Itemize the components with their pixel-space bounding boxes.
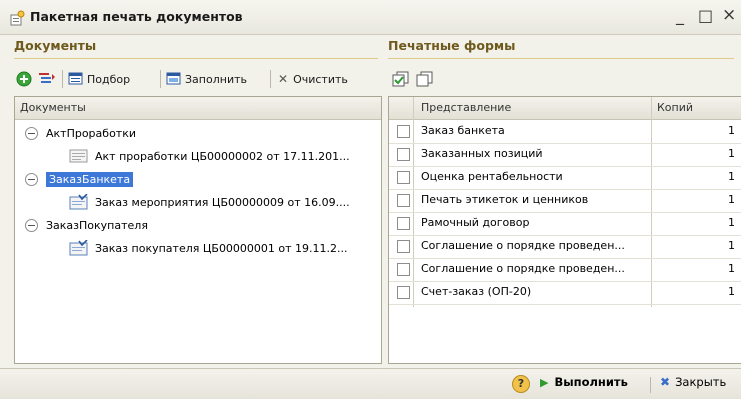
toolbar-separator <box>160 70 161 88</box>
table-row[interactable]: Рамочный договор 1 <box>389 212 741 236</box>
select-table-icon <box>68 72 83 85</box>
row-checkbox[interactable] <box>397 148 410 161</box>
window-title: Пакетная печать документов <box>30 9 243 24</box>
documents-section-divider <box>14 58 378 59</box>
tree-group-banquet-order[interactable]: ЗаказБанкета <box>25 168 134 190</box>
uncheck-all-icon <box>416 71 433 87</box>
collapse-icon[interactable] <box>25 126 38 140</box>
uncheck-all-button[interactable] <box>416 66 434 92</box>
move-rows-button[interactable] <box>38 66 56 92</box>
tree-group-label: АктПроработки <box>46 126 136 140</box>
print-form-name: Заказанных позиций <box>421 147 543 160</box>
print-form-name: Соглашение о порядке проведен... <box>421 262 625 275</box>
tree-item-label: Акт проработки ЦБ00000002 от 17.11.201..… <box>95 149 350 163</box>
copies-value[interactable]: 1 <box>728 193 735 206</box>
print-form-name: Счет-заказ (ОП-20) <box>421 285 532 298</box>
close-button-label: Закрыть <box>675 375 727 389</box>
table-row[interactable]: Печать этикеток и ценников 1 <box>389 189 741 213</box>
close-icon: ✖ <box>660 375 671 389</box>
move-rows-icon <box>39 73 55 83</box>
add-button[interactable] <box>16 66 32 92</box>
play-icon: ▶ <box>540 375 549 389</box>
maximize-button[interactable]: □ <box>698 6 713 25</box>
copies-value[interactable]: 1 <box>728 239 735 252</box>
print-forms-toolbar <box>388 66 488 92</box>
clear-button-label: Очистить <box>293 72 348 86</box>
column-header-name[interactable]: Представление <box>421 101 511 114</box>
print-form-name: Печать этикеток и ценников <box>421 193 589 206</box>
document-print-icon <box>10 10 25 26</box>
tree-group-act[interactable]: АктПроработки <box>25 122 136 144</box>
table-row[interactable]: Заказ банкета 1 <box>389 120 741 144</box>
print-form-name: Рамочный договор <box>421 216 530 229</box>
close-window-button[interactable]: × <box>722 5 736 25</box>
help-icon: ? <box>512 375 530 393</box>
dialog-footer: ? ▶ Выполнить ✖ Закрыть <box>0 368 741 399</box>
documents-section-title: Документы <box>14 38 97 53</box>
minimize-button[interactable]: _ <box>676 6 684 25</box>
fill-button-label: Заполнить <box>185 72 247 86</box>
print-forms-section-title: Печатные формы <box>388 38 516 53</box>
tree-group-label: ЗаказПокупателя <box>46 218 148 232</box>
print-forms-section-divider <box>388 58 734 59</box>
fill-button[interactable]: Заполнить <box>166 66 247 92</box>
document-icon <box>69 149 88 163</box>
help-button[interactable]: ? <box>512 375 530 393</box>
table-row[interactable]: Оценка рентабельности 1 <box>389 166 741 190</box>
select-button[interactable]: Подбор <box>68 66 130 92</box>
row-checkbox[interactable] <box>397 240 410 253</box>
tree-item-label: Заказ покупателя ЦБ00000001 от 19.11.2..… <box>95 241 348 255</box>
copies-value[interactable]: 1 <box>728 216 735 229</box>
row-checkbox[interactable] <box>397 263 410 276</box>
tree-item-label: Заказ мероприятия ЦБ00000009 от 16.09...… <box>95 195 350 209</box>
tree-group-label: ЗаказБанкета <box>46 171 134 187</box>
print-form-name: Соглашение о порядке проведен... <box>421 239 625 252</box>
print-forms-table[interactable]: Представление Копий Заказ банкета 1 Зака… <box>388 96 741 364</box>
print-form-name: Заказ банкета <box>421 124 505 137</box>
check-all-icon <box>392 71 409 87</box>
table-row[interactable]: Соглашение о порядке проведен... 1 <box>389 258 741 282</box>
print-form-name: Оценка рентабельности <box>421 170 563 183</box>
execute-button-label: Выполнить <box>554 375 628 389</box>
documents-column-header[interactable]: Документы <box>15 97 381 120</box>
footer-separator <box>650 377 651 393</box>
table-row[interactable]: Соглашение о порядке проведен... 1 <box>389 235 741 259</box>
clear-button[interactable]: ✕ Очистить <box>278 66 348 92</box>
posted-document-icon <box>69 240 88 256</box>
copies-value[interactable]: 1 <box>728 124 735 137</box>
clear-icon: ✕ <box>278 72 289 86</box>
copies-value[interactable]: 1 <box>728 147 735 160</box>
table-row[interactable]: Счет-заказ (ОП-20) 1 <box>389 281 741 305</box>
print-forms-header-row: Представление Копий <box>389 97 741 120</box>
row-checkbox[interactable] <box>397 217 410 230</box>
copies-value[interactable]: 1 <box>728 285 735 298</box>
row-checkbox[interactable] <box>397 194 410 207</box>
documents-toolbar: Подбор Заполнить ✕ Очистить <box>14 66 380 92</box>
toolbar-separator <box>62 70 63 88</box>
toolbar-separator <box>270 70 271 88</box>
row-checkbox[interactable] <box>397 171 410 184</box>
add-icon <box>16 71 32 87</box>
select-button-label: Подбор <box>87 72 131 86</box>
row-checkbox[interactable] <box>397 125 410 138</box>
copies-value[interactable]: 1 <box>728 170 735 183</box>
execute-button[interactable]: ▶ Выполнить <box>540 375 628 389</box>
collapse-icon[interactable] <box>25 172 38 186</box>
close-button[interactable]: ✖ Закрыть <box>660 375 726 389</box>
tree-item-act-document[interactable]: Акт проработки ЦБ00000002 от 17.11.201..… <box>69 145 350 167</box>
fill-table-icon <box>166 72 181 85</box>
documents-tree-panel[interactable]: Документы АктПроработки Акт проработки Ц… <box>14 96 382 364</box>
column-header-copies[interactable]: Копий <box>657 101 693 114</box>
tree-group-customer-order[interactable]: ЗаказПокупателя <box>25 214 148 236</box>
tree-item-customer-document[interactable]: Заказ покупателя ЦБ00000001 от 19.11.2..… <box>69 237 348 259</box>
collapse-icon[interactable] <box>25 218 38 232</box>
tree-item-banquet-document[interactable]: Заказ мероприятия ЦБ00000009 от 16.09...… <box>69 191 350 213</box>
title-bar: Пакетная печать документов _ □ × <box>0 0 741 35</box>
row-checkbox[interactable] <box>397 286 410 299</box>
posted-document-icon <box>69 194 88 210</box>
copies-value[interactable]: 1 <box>728 262 735 275</box>
check-all-button[interactable] <box>392 66 410 92</box>
table-row[interactable]: Заказанных позиций 1 <box>389 143 741 167</box>
